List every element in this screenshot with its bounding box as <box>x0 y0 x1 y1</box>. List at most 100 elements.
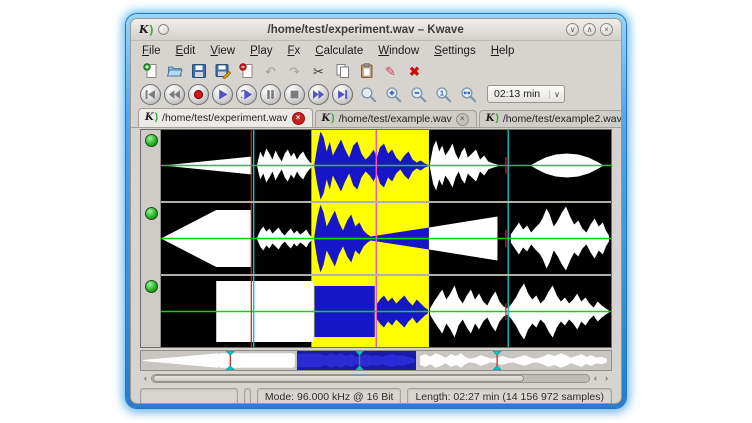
zoom-in-button[interactable] <box>383 84 403 105</box>
zoom-time-combobox[interactable]: 02:13 min ∨ <box>487 85 565 103</box>
tab-example2-wav[interactable]: K) /home/test/example2.wav × <box>479 110 622 127</box>
menu-fx[interactable]: Fx <box>287 45 300 57</box>
rewind-icon <box>169 89 180 100</box>
minimize-button[interactable]: ∨ <box>566 23 579 36</box>
tabbar: K) /home/test/experiment.wav × K) /home/… <box>131 107 621 128</box>
zoom-100-button[interactable]: 1 <box>433 84 453 105</box>
track3-led-button[interactable] <box>145 280 158 293</box>
titlebar-menu-icon[interactable]: · <box>158 24 169 35</box>
redo-icon[interactable]: ↷ <box>286 63 303 80</box>
waveform-track-3[interactable] <box>161 276 611 347</box>
chevron-down-icon: ∨ <box>549 90 564 99</box>
new-file-glyph <box>143 63 159 79</box>
close-button[interactable]: × <box>600 23 613 36</box>
window-body: K) · /home/test/experiment.wav – Kwave ∨… <box>130 18 622 404</box>
play-button[interactable] <box>212 84 233 105</box>
seek-end-button[interactable] <box>332 84 353 105</box>
zoom-selection-button[interactable] <box>358 84 378 105</box>
kwave-tab-icon: K) <box>145 113 158 123</box>
paste-icon[interactable] <box>358 63 375 80</box>
svg-text:1: 1 <box>439 88 443 97</box>
tab-label: /home/test/example.wav <box>339 113 452 125</box>
menu-calculate[interactable]: Calculate <box>315 45 363 57</box>
menubar: File Edit View Play Fx Calculate Window … <box>131 41 621 61</box>
status-mode: Mode: 96.000 kHz @ 16 Bit <box>257 388 402 404</box>
tab-experiment-wav[interactable]: K) /home/test/experiment.wav × <box>138 108 313 127</box>
stop-icon <box>289 89 300 100</box>
forward-button[interactable] <box>308 84 329 105</box>
waveform-svg <box>161 276 611 347</box>
cut-icon[interactable]: ✂ <box>310 63 327 80</box>
file-toolbar: ↶ ↷ ✂ ✎ ✖ <box>131 61 621 81</box>
statusbar: Mode: 96.000 kHz @ 16 Bit Length: 02:27 … <box>140 387 612 404</box>
forward-icon <box>313 89 324 100</box>
seek-end-icon <box>337 89 348 100</box>
status-separator-field <box>244 388 251 404</box>
waveform-track-1[interactable] <box>161 130 611 201</box>
transport-toolbar: 1 02:13 min ∨ <box>131 81 621 107</box>
loop-play-icon <box>241 89 252 100</box>
file-open-icon[interactable] <box>166 63 183 80</box>
zoom-selection-icon <box>360 86 377 103</box>
scroll-left2-icon[interactable]: ‹ <box>590 373 601 384</box>
stop-button[interactable] <box>284 84 305 105</box>
file-close-icon[interactable] <box>238 63 255 80</box>
menu-play[interactable]: Play <box>250 45 272 57</box>
status-message-field <box>140 388 238 404</box>
file-save-icon[interactable] <box>190 63 207 80</box>
scrollbar-thumb[interactable] <box>153 375 524 382</box>
copy-icon[interactable] <box>334 63 351 80</box>
zoom-all-button[interactable] <box>458 84 478 105</box>
maximize-button[interactable]: ∧ <box>583 23 596 36</box>
menu-edit[interactable]: Edit <box>176 45 196 57</box>
menu-settings[interactable]: Settings <box>434 45 476 57</box>
tab-close-icon[interactable]: × <box>292 112 305 125</box>
track1-led-button[interactable] <box>145 134 158 147</box>
kwave-window: K) · /home/test/experiment.wav – Kwave ∨… <box>126 14 626 408</box>
waveform-track-2[interactable] <box>161 203 611 274</box>
record-icon <box>193 89 204 100</box>
tab-label: /home/test/experiment.wav <box>162 112 287 124</box>
menu-help[interactable]: Help <box>491 45 515 57</box>
window-title: /home/test/experiment.wav – Kwave <box>169 24 562 36</box>
undo-icon[interactable]: ↶ <box>262 63 279 80</box>
scroll-left-icon[interactable]: ‹ <box>140 373 151 384</box>
play-icon <box>217 89 228 100</box>
menu-window[interactable]: Window <box>378 45 419 57</box>
track-led-column <box>141 130 161 347</box>
pause-button[interactable] <box>260 84 281 105</box>
horizontal-scrollbar: ‹ ‹ › <box>140 373 612 384</box>
track2-led-button[interactable] <box>145 207 158 220</box>
menu-view[interactable]: View <box>210 45 235 57</box>
zoom-in-icon <box>385 86 402 103</box>
waveform-svg <box>161 203 611 274</box>
tab-close-icon[interactable]: × <box>456 113 469 126</box>
open-folder-glyph <box>167 63 183 79</box>
zoom-100-icon: 1 <box>435 86 452 103</box>
floppy-pencil-glyph <box>215 63 231 79</box>
seek-start-icon <box>145 89 156 100</box>
titlebar: K) · /home/test/experiment.wav – Kwave ∨… <box>131 19 621 41</box>
zoom-out-icon <box>410 86 427 103</box>
track-stack <box>161 130 611 347</box>
erase-icon[interactable]: ✎ <box>382 63 399 80</box>
signal-area <box>140 129 612 348</box>
file-save-as-icon[interactable] <box>214 63 231 80</box>
copy-pages-glyph <box>335 63 351 79</box>
status-length: Length: 02:27 min (14 156 972 samples) <box>407 388 612 404</box>
record-button[interactable] <box>188 84 209 105</box>
zoom-out-button[interactable] <box>408 84 428 105</box>
rewind-button[interactable] <box>164 84 185 105</box>
scroll-right-icon[interactable]: › <box>601 373 612 384</box>
scrollbar-track[interactable] <box>151 374 590 383</box>
seek-start-button[interactable] <box>140 84 161 105</box>
menu-file[interactable]: File <box>142 45 161 57</box>
waveform-svg <box>161 130 611 201</box>
delete-icon[interactable]: ✖ <box>406 63 423 80</box>
file-new-icon[interactable] <box>142 63 159 80</box>
tab-example-wav[interactable]: K) /home/test/example.wav × <box>315 110 477 127</box>
kwave-tab-icon: K) <box>486 114 499 124</box>
loop-play-button[interactable] <box>236 84 257 105</box>
signal-overview[interactable] <box>140 350 612 371</box>
kwave-app-icon[interactable]: K) <box>139 24 153 36</box>
